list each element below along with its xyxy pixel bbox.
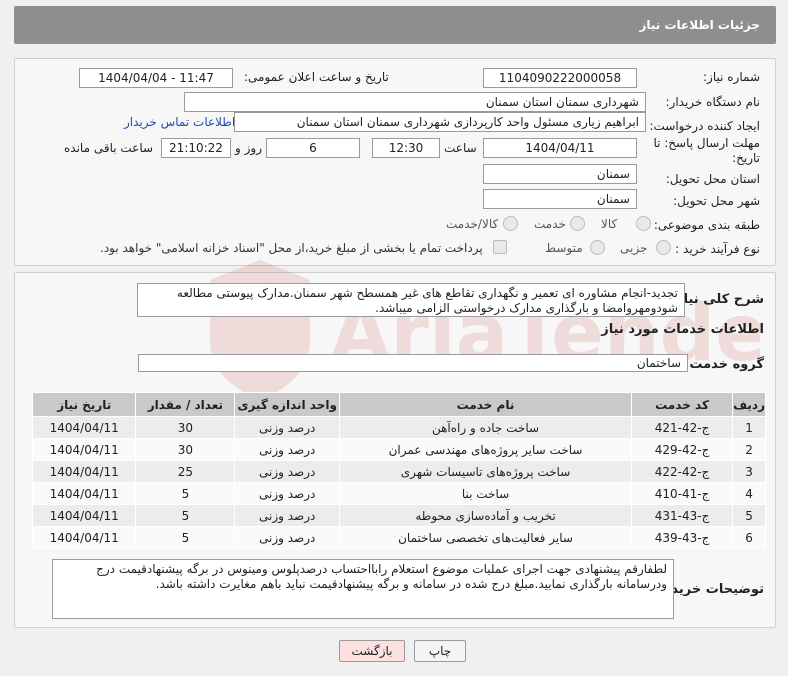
province-field[interactable]: سمنان xyxy=(483,164,637,184)
creator-field[interactable]: ابراهیم زیاری مسئول واحد کارپردازی شهردا… xyxy=(234,112,646,132)
province-label: استان محل تحویل: xyxy=(665,172,760,186)
services-table-wrap: ردیف کد خدمت نام خدمت واحد اندازه گیری ت… xyxy=(31,392,766,549)
cell-qty: 30 xyxy=(135,416,236,439)
summary-textarea[interactable]: تجدید-انجام مشاوره ای تعمیر و نگهداری تق… xyxy=(137,283,685,317)
cell-name: ساخت سایر پروژه‌های مهندسی عمران xyxy=(339,438,632,461)
cell-code: ج-42-429 xyxy=(630,438,734,461)
col-name-header: نام خدمت xyxy=(339,392,632,417)
service-group-field[interactable]: ساختمان xyxy=(138,354,688,372)
deadline-date-field[interactable]: 1404/04/11 xyxy=(483,138,637,158)
remaining-time-field[interactable]: 21:10:22 xyxy=(161,138,231,158)
city-field[interactable]: سمنان xyxy=(483,189,637,209)
table-header-row: ردیف کد خدمت نام خدمت واحد اندازه گیری ت… xyxy=(31,392,766,417)
cell-unit: درصد وزنی xyxy=(234,526,341,549)
deadline-label-line1: مهلت ارسال پاسخ: تا xyxy=(653,136,760,150)
remaining-days-field[interactable]: 6 xyxy=(266,138,360,158)
buyer-contact-link[interactable]: اطلاعات تماس خریدار xyxy=(124,115,235,129)
cell-code: ج-41-410 xyxy=(630,482,734,505)
announce-datetime-label: تاریخ و ساعت اعلان عمومی: xyxy=(244,70,389,84)
page-header: جزئیات اطلاعات نیاز xyxy=(14,6,776,44)
cell-unit: درصد وزنی xyxy=(234,416,341,439)
cell-qty: 5 xyxy=(135,526,236,549)
category-goods-radio[interactable] xyxy=(636,216,651,231)
category-service-label: خدمت xyxy=(534,217,566,231)
cell-date: 1404/04/11 xyxy=(31,526,137,549)
buyer-notes-textarea[interactable]: لطفارقم پیشنهادی جهت اجرای عملیات موضوع … xyxy=(52,559,674,619)
cell-row: 1 xyxy=(732,416,766,439)
cell-code: ج-43-439 xyxy=(630,526,734,549)
col-date-header: تاریخ نیاز xyxy=(31,392,137,417)
services-section-title: اطلاعات خدمات مورد نیاز xyxy=(601,322,764,337)
city-label: شهر محل تحویل: xyxy=(673,194,760,208)
deadline-time-label: ساعت xyxy=(444,141,477,155)
cell-unit: درصد وزنی xyxy=(234,482,341,505)
cell-code: ج-42-421 xyxy=(630,416,734,439)
need-number-field[interactable]: 1104090222000058 xyxy=(483,68,637,88)
process-minor-radio[interactable] xyxy=(656,240,671,255)
deadline-label: مهلت ارسال پاسخ: تا تاریخ: xyxy=(653,136,760,166)
print-button[interactable]: چاپ xyxy=(414,640,466,662)
cell-qty: 30 xyxy=(135,438,236,461)
cell-name: ساخت جاده و راه‌آهن xyxy=(339,416,632,439)
table-row: 5 ج-43-431 تخریب و آماده‌سازی محوطه درصد… xyxy=(31,504,766,527)
cell-unit: درصد وزنی xyxy=(234,460,341,483)
cell-unit: درصد وزنی xyxy=(234,504,341,527)
cell-date: 1404/04/11 xyxy=(31,460,137,483)
cell-code: ج-43-431 xyxy=(630,504,734,527)
cell-date: 1404/04/11 xyxy=(31,416,137,439)
table-row: 3 ج-42-422 ساخت پروژه‌های تاسیسات شهری د… xyxy=(31,460,766,483)
deadline-label-line2: تاریخ: xyxy=(732,151,760,165)
cell-row: 4 xyxy=(732,482,766,505)
announce-datetime-field[interactable]: 1404/04/04 - 11:47 xyxy=(79,68,233,88)
process-medium-radio[interactable] xyxy=(590,240,605,255)
category-service-radio[interactable] xyxy=(570,216,585,231)
days-label: روز و xyxy=(235,141,262,155)
cell-qty: 5 xyxy=(135,482,236,505)
table-row: 6 ج-43-439 سایر فعالیت‌های تخصصی ساختمان… xyxy=(31,526,766,549)
table-row: 2 ج-42-429 ساخت سایر پروژه‌های مهندسی عم… xyxy=(31,438,766,461)
service-group-label: گروه خدمت: xyxy=(684,357,764,372)
category-label: طبقه بندی موضوعی: xyxy=(653,218,760,232)
col-unit-header: واحد اندازه گیری xyxy=(234,392,341,417)
cell-row: 5 xyxy=(732,504,766,527)
process-minor-label: جزیی xyxy=(620,241,648,255)
services-table: ردیف کد خدمت نام خدمت واحد اندازه گیری ت… xyxy=(31,392,766,549)
buyer-org-label: نام دستگاه خریدار: xyxy=(665,95,761,109)
cell-unit: درصد وزنی xyxy=(234,438,341,461)
col-code-header: کد خدمت xyxy=(630,392,734,417)
table-row: 1 ج-42-421 ساخت جاده و راه‌آهن درصد وزنی… xyxy=(31,416,766,439)
treasury-payment-note: پرداخت تمام یا بخشی از مبلغ خرید،از محل … xyxy=(100,241,483,255)
remaining-time-label: ساعت باقی مانده xyxy=(64,141,154,155)
process-type-label: نوع فرآیند خرید : xyxy=(675,242,760,256)
col-row-header: ردیف xyxy=(732,392,766,417)
cell-date: 1404/04/11 xyxy=(31,504,137,527)
cell-name: سایر فعالیت‌های تخصصی ساختمان xyxy=(339,526,632,549)
cell-name: تخریب و آماده‌سازی محوطه xyxy=(339,504,632,527)
need-number-label: شماره نیاز: xyxy=(703,70,760,84)
page-title: جزئیات اطلاعات نیاز xyxy=(639,18,760,32)
cell-qty: 25 xyxy=(135,460,236,483)
cell-name: ساخت بنا xyxy=(339,482,632,505)
cell-date: 1404/04/11 xyxy=(31,438,137,461)
process-medium-label: متوسط xyxy=(545,241,583,255)
deadline-time-field[interactable]: 12:30 xyxy=(372,138,440,158)
creator-label: ایجاد کننده درخواست: xyxy=(649,119,760,133)
cell-name: ساخت پروژه‌های تاسیسات شهری xyxy=(339,460,632,483)
cell-row: 6 xyxy=(732,526,766,549)
category-goods-service-radio[interactable] xyxy=(503,216,518,231)
category-goods-label: کالا xyxy=(601,217,618,231)
cell-date: 1404/04/11 xyxy=(31,482,137,505)
category-goods-service-label: کالا/خدمت xyxy=(446,217,499,231)
col-qty-header: تعداد / مقدار xyxy=(135,392,236,417)
cell-qty: 5 xyxy=(135,504,236,527)
cell-row: 2 xyxy=(732,438,766,461)
treasury-payment-checkbox[interactable] xyxy=(493,240,507,254)
table-row: 4 ج-41-410 ساخت بنا درصد وزنی 5 1404/04/… xyxy=(31,482,766,505)
cell-row: 3 xyxy=(732,460,766,483)
back-button[interactable]: بازگشت xyxy=(339,640,405,662)
cell-code: ج-42-422 xyxy=(630,460,734,483)
buyer-org-field[interactable]: شهرداری سمنان استان سمنان xyxy=(184,92,646,112)
